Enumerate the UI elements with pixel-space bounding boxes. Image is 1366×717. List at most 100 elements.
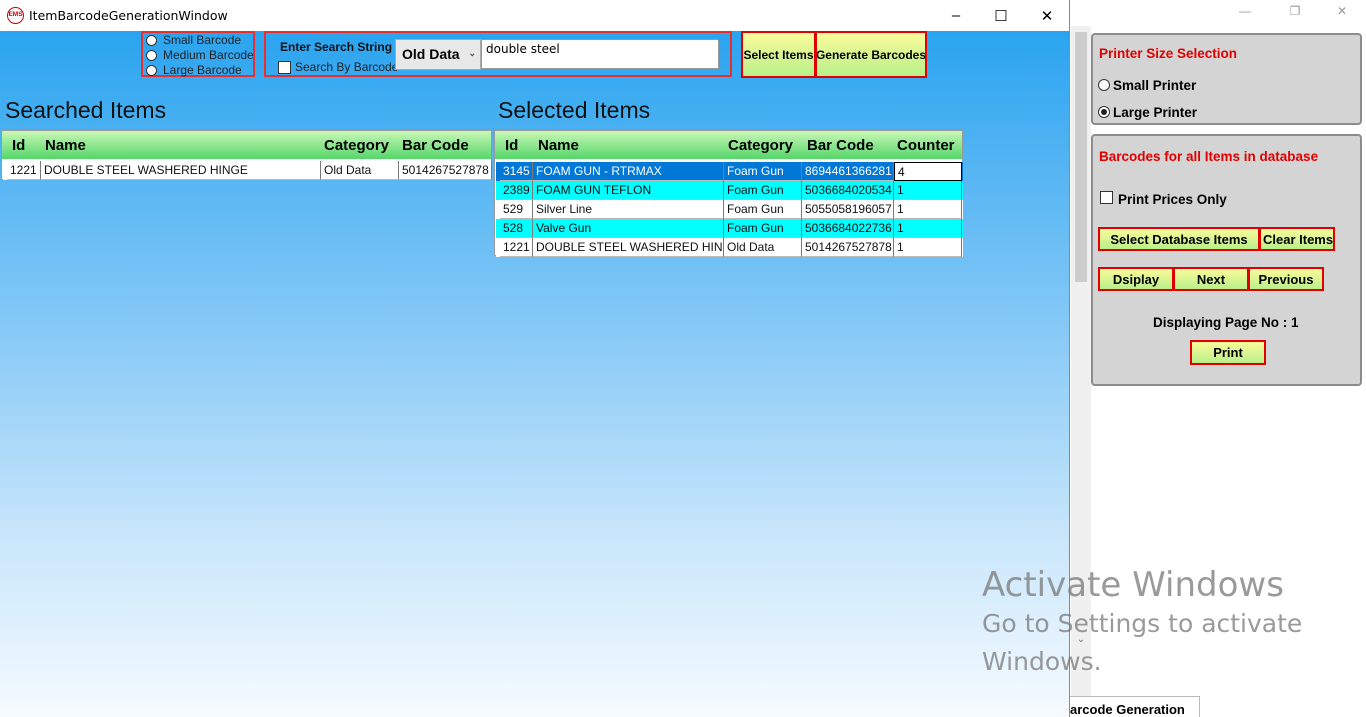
clear-items-button[interactable]: Clear Items [1259,227,1335,251]
cell-id: 2389 [500,181,533,200]
print-button[interactable]: Print [1190,340,1266,365]
cell-id: 1221 [500,238,533,257]
bg-minimize-button[interactable]: — [1235,3,1255,19]
select-database-items-button[interactable]: Select Database Items [1098,227,1260,251]
cell-category: Foam Gun [724,181,802,200]
printer-size-panel: Printer Size Selection Small Printer Lar… [1091,33,1362,125]
close-button[interactable]: ✕ [1024,0,1070,31]
cell-category: Old Data [321,161,399,180]
search-by-barcode-label: Search By Barcode [295,60,399,74]
print-prices-only-checkbox[interactable] [1100,191,1113,204]
cell-counter[interactable]: 1 [894,181,962,200]
generate-barcodes-button[interactable]: Generate Barcodes [815,31,927,78]
cell-id: 529 [500,200,533,219]
next-button[interactable]: Next [1173,267,1249,291]
large-printer-radio[interactable] [1098,106,1110,118]
watermark-line-1: Activate Windows [982,565,1284,605]
cell-category: Old Data [724,238,802,257]
window-title: ItemBarcodeGenerationWindow [29,8,228,23]
maximize-button[interactable]: ☐ [978,0,1024,31]
bg-restore-button[interactable]: ❐ [1285,3,1305,19]
cell-counter[interactable]: 1 [894,200,962,219]
cell-category: Foam Gun [724,200,802,219]
search-label: Enter Search String [280,40,393,54]
small-printer-radio[interactable] [1098,79,1110,91]
col-header-barcode[interactable]: Bar Code [402,137,469,154]
cell-barcode: 5036684020534 [802,181,894,200]
select-items-button[interactable]: Select Items [741,31,816,78]
app-logo-icon: EMS [7,7,24,24]
small-barcode-radio[interactable] [146,35,157,46]
cell-name: Valve Gun [533,219,724,238]
large-printer-label: Large Printer [1113,105,1198,120]
selected-items-title: Selected Items [498,97,651,123]
cell-barcode: 5055058196057 [802,200,894,219]
cell-name: FOAM GUN TEFLON [533,181,724,200]
cell-barcode: 5014267527878 [802,238,894,257]
table-row[interactable]: 1221 DOUBLE STEEL WASHERED HINGE Old Dat… [496,238,963,257]
selected-items-grid: Id Name Category Bar Code Counter 3145 F… [494,130,963,257]
selected-grid-header: Id Name Category Bar Code Counter [495,131,962,159]
medium-barcode-label: Medium Barcode [163,48,254,62]
table-row[interactable]: 3145 FOAM GUN - RTRMAX Foam Gun 86944613… [496,162,963,181]
watermark-line-2: Go to Settings to activate [982,609,1303,638]
bg-close-button[interactable]: ✕ [1332,3,1352,19]
page-info-label: Displaying Page No : 1 [1153,315,1299,330]
searched-grid-header: Id Name Category Bar Code [2,131,491,159]
medium-barcode-radio[interactable] [146,50,157,61]
col-header-name[interactable]: Name [538,137,579,154]
printer-size-title: Printer Size Selection [1099,46,1238,61]
table-row[interactable]: 528 Valve Gun Foam Gun 5036684022736 1 [496,219,963,238]
cell-category: Foam Gun [724,162,802,181]
cell-name: DOUBLE STEEL WASHERED HINGE [533,238,724,257]
tab-barcode-generation[interactable]: arcode Generation [1070,696,1200,717]
database-barcodes-panel: Barcodes for all Items in database Print… [1091,134,1362,386]
cell-name: Silver Line [533,200,724,219]
barcode-size-group: Small Barcode Medium Barcode Large Barco… [141,31,255,77]
cell-id: 3145 [500,162,533,181]
cell-category: Foam Gun [724,219,802,238]
cell-name: DOUBLE STEEL WASHERED HINGE [41,161,321,180]
col-header-id[interactable]: Id [12,137,25,154]
col-header-id[interactable]: Id [505,137,518,154]
cell-barcode: 5014267527878 [399,161,492,180]
counter-input[interactable]: 4 [894,162,962,181]
cell-counter[interactable]: 1 [894,238,962,257]
small-barcode-label: Small Barcode [163,33,242,47]
item-barcode-generation-window: EMS ItemBarcodeGenerationWindow – ☐ ✕ Sm… [0,0,1070,717]
cell-counter[interactable]: 1 [894,219,962,238]
previous-button[interactable]: Previous [1248,267,1324,291]
window-client-area: Small Barcode Medium Barcode Large Barco… [0,31,1069,717]
col-header-category[interactable]: Category [324,137,389,154]
background-titlebar: — ❐ ✕ [1070,0,1366,26]
chevron-down-icon: ⌄ [468,48,476,58]
col-header-counter[interactable]: Counter [897,137,955,154]
window-titlebar: EMS ItemBarcodeGenerationWindow – ☐ ✕ [0,0,1069,31]
cell-id: 1221 [7,161,41,180]
search-by-barcode-checkbox[interactable] [278,61,291,74]
watermark-line-3: Windows. [982,647,1102,676]
minimize-button[interactable]: – [933,0,979,31]
cell-id: 528 [500,219,533,238]
large-barcode-radio[interactable] [146,65,157,76]
large-barcode-label: Large Barcode [163,63,242,77]
searched-items-grid: Id Name Category Bar Code 1221 DOUBLE ST… [1,130,492,180]
cell-barcode: 8694461366281 [802,162,894,181]
display-button[interactable]: Dsiplay [1098,267,1174,291]
table-row[interactable]: 2389 FOAM GUN TEFLON Foam Gun 5036684020… [496,181,963,200]
table-row[interactable]: 1221 DOUBLE STEEL WASHERED HINGE Old Dat… [3,161,492,180]
search-input[interactable]: double steel [481,39,719,69]
category-dropdown-value: Old Data [402,46,460,62]
col-header-category[interactable]: Category [728,137,793,154]
cell-barcode: 5036684022736 [802,219,894,238]
print-prices-only-label: Print Prices Only [1118,192,1227,207]
col-header-name[interactable]: Name [45,137,86,154]
searched-items-title: Searched Items [5,97,167,123]
database-barcodes-title: Barcodes for all Items in database [1099,149,1319,164]
scrollbar-thumb[interactable] [1075,32,1087,282]
cell-name: FOAM GUN - RTRMAX [533,162,724,181]
table-row[interactable]: 529 Silver Line Foam Gun 5055058196057 1 [496,200,963,219]
category-dropdown[interactable]: Old Data ⌄ [395,39,481,70]
col-header-barcode[interactable]: Bar Code [807,137,874,154]
activate-windows-watermark: Activate Windows Go to Settings to activ… [982,565,1302,681]
